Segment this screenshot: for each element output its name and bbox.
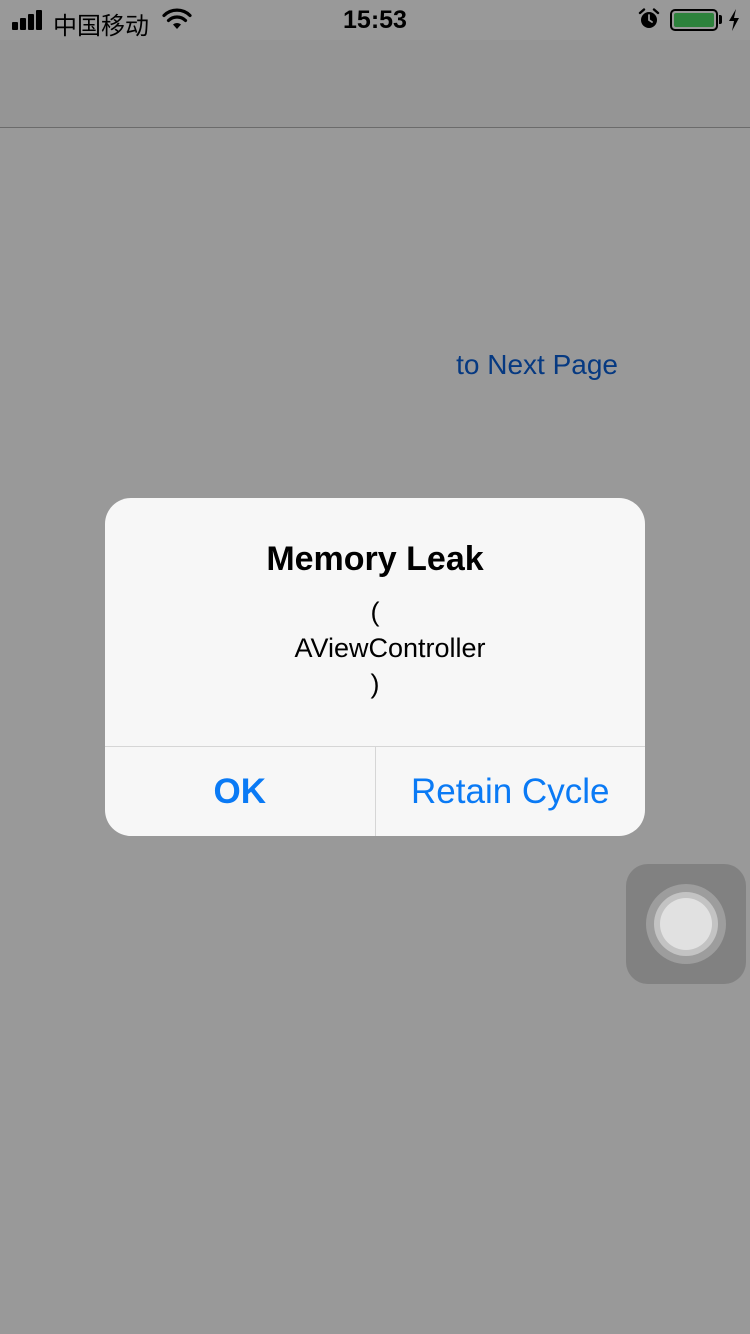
alert-message-line: AViewController [294,633,486,663]
app-screen: 中国移动 15:53 to Next Page Memory Leak ( AV… [0,0,750,1334]
ok-button[interactable]: OK [105,747,375,836]
alert-message: ( AViewController ) [105,594,645,702]
assistive-touch-icon [660,898,712,950]
alert-title: Memory Leak [266,540,484,578]
alert-message-line: ( [370,597,380,627]
alert-actions: OK Retain Cycle [105,746,645,836]
retain-cycle-button[interactable]: Retain Cycle [374,747,646,836]
memory-leak-alert: Memory Leak ( AViewController ) OK Retai… [105,498,645,836]
assistive-touch-button[interactable] [626,864,746,984]
alert-message-line: ) [370,669,380,699]
